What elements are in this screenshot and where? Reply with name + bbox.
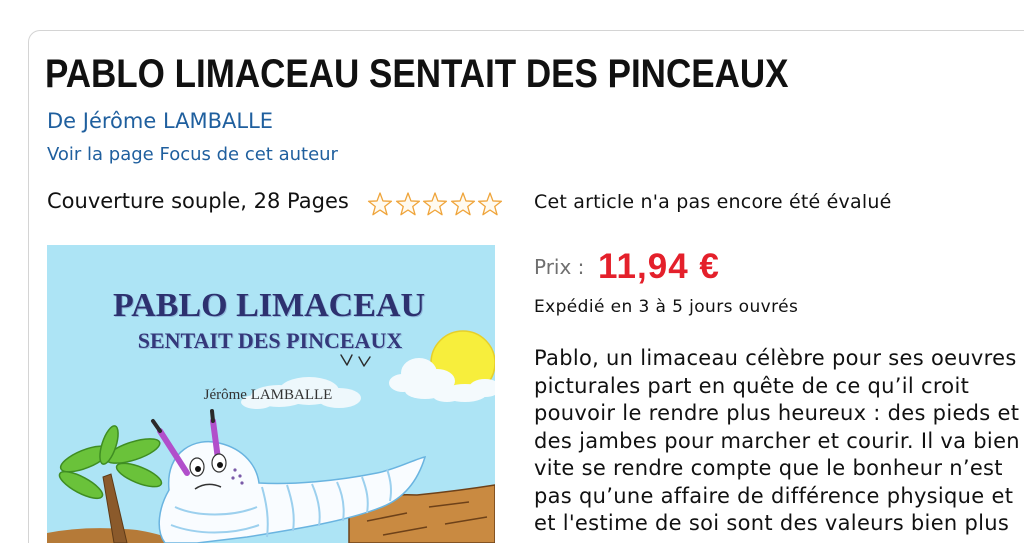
- cover-subtitle-text: SENTAIT DES PINCEAUX: [137, 328, 403, 353]
- author-link[interactable]: De Jérôme LAMBALLE: [47, 108, 273, 134]
- description-line: et l'estime de soi sont des valeurs bien…: [534, 511, 1010, 535]
- price-value: 11,94 €: [598, 247, 720, 286]
- star-icon: [422, 192, 448, 216]
- product-format: Couverture souple, 28 Pages: [47, 189, 349, 213]
- cover-author-text: Jérôme LAMBALLE: [203, 387, 333, 403]
- description-line: pas qu’une affaire de différence physiqu…: [534, 483, 1014, 508]
- shipping-info: Expédié en 3 à 5 jours ouvrés: [534, 297, 799, 317]
- book-cover-image[interactable]: PABLO LIMACEAU SENTAIT DES PINCEAUX Jérô…: [47, 245, 495, 543]
- product-description: Pablo, un limaceau célèbre pour ses oeuv…: [534, 345, 1024, 543]
- author-focus-link[interactable]: Voir la page Focus de cet auteur: [47, 144, 338, 166]
- description-line: picturales part en quête de ce qu’il cro…: [534, 373, 970, 398]
- description-line: vite se rendre compte que le bonheur n’e…: [534, 456, 1003, 480]
- star-icon: [367, 192, 393, 216]
- star-icon: [450, 192, 475, 216]
- rating-status-text: Cet article n'a pas encore été évalué: [534, 191, 892, 213]
- description-line: pouvoir le rendre plus heureux : des pie…: [534, 401, 1020, 425]
- star-icon: [477, 192, 503, 216]
- product-page: PABLO LIMACEAU SENTAIT DES PINCEAUX De J…: [0, 0, 1024, 543]
- product-title: PABLO LIMACEAU SENTAIT DES PINCEAUX: [45, 52, 789, 96]
- description-line: des jambes pour marcher et courir. Il va…: [534, 428, 1020, 453]
- price-label: Prix :: [534, 255, 585, 279]
- cover-title-text: PABLO LIMACEAU: [113, 287, 425, 324]
- star-icon: [395, 192, 420, 216]
- description-line: Pablo, un limaceau célèbre pour ses oeuv…: [534, 346, 1017, 370]
- rating-stars: [367, 192, 503, 217]
